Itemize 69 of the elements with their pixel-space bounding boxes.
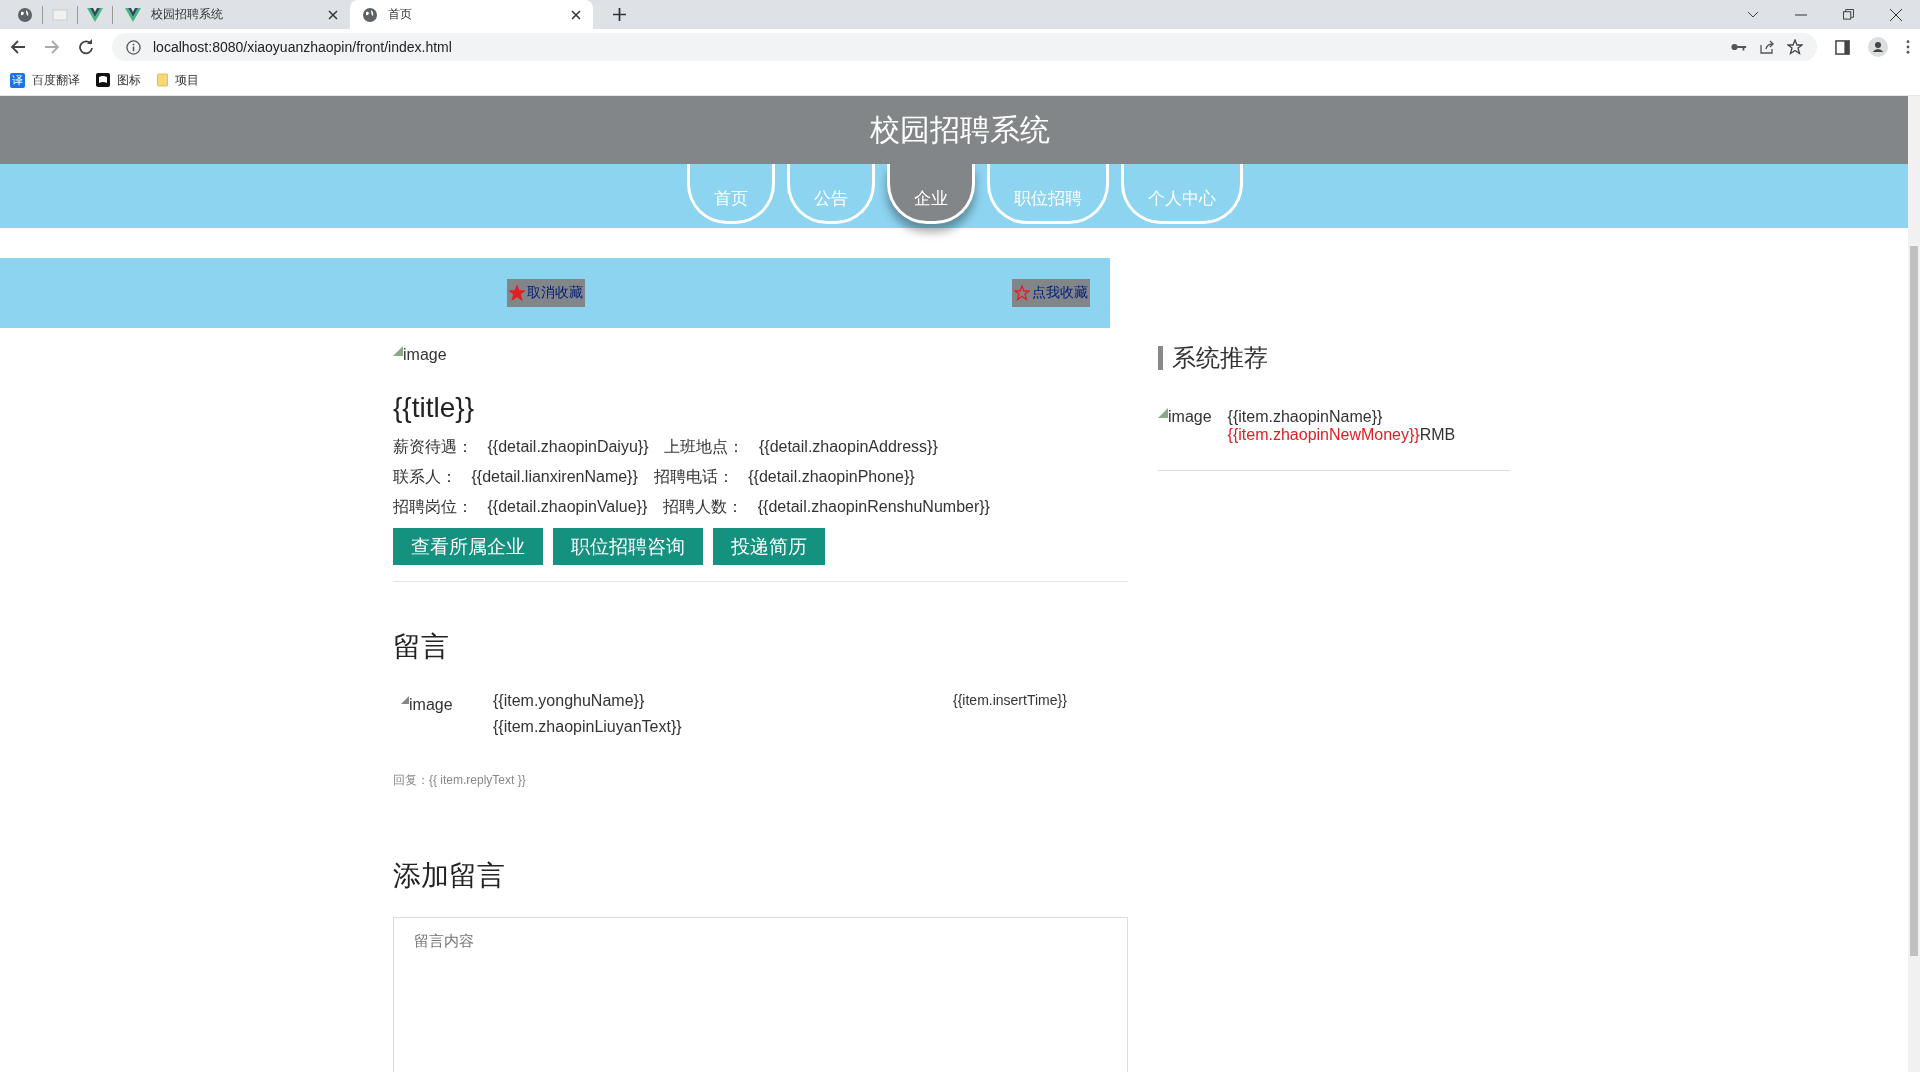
folder-icon — [157, 73, 168, 87]
field-value: {{detail.zhaopinAddress}} — [758, 438, 938, 455]
field-label: 招聘岗位： — [393, 498, 473, 515]
comment-reply: 回复：{{ item.replyText }} — [393, 772, 527, 789]
browser-tab[interactable]: 校园招聘系统 — [113, 0, 350, 29]
bookmark[interactable]: 图标 — [96, 71, 141, 89]
job-name: {{item.zhaopinName}} — [1227, 408, 1384, 426]
new-tab-icon[interactable] — [613, 8, 626, 21]
close-icon[interactable] — [328, 9, 338, 20]
field-label: 薪资待遇： — [393, 438, 473, 455]
bookmark[interactable]: 项目 — [157, 71, 199, 89]
share-icon[interactable] — [1759, 39, 1775, 55]
menu-icon[interactable] — [1906, 40, 1910, 54]
action-button[interactable]: 查看所属企业 — [393, 528, 543, 565]
comment-author: {{item.yonghuName}} — [493, 692, 646, 710]
job-title: {{title}} — [393, 392, 475, 424]
nav-tab[interactable]: 企业 — [887, 164, 975, 224]
comment-input[interactable]: 留言内容 — [393, 917, 1128, 1072]
side-panel-icon[interactable] — [1835, 39, 1850, 55]
url-text: localhost:8080/xiaoyuanzhaopin/front/index.html — [153, 39, 452, 55]
browser-tab[interactable]: 首页 — [350, 0, 593, 29]
action-button[interactable]: 职位招聘咨询 — [553, 528, 703, 565]
field-label: 招聘电话： — [653, 468, 734, 485]
field-value: {{detail.zhaopinRenshuNumber}} — [757, 498, 990, 515]
favorite-button[interactable]: 取消收藏 — [507, 279, 585, 307]
page-icon — [52, 6, 68, 23]
field-value: {{detail.lianxirenName}} — [471, 468, 638, 485]
field-label: 招聘人数： — [663, 498, 744, 515]
field-value: {{detail.zhaopinPhone}} — [748, 468, 915, 485]
info-icon — [126, 39, 141, 55]
section-heading: 添加留言 — [393, 859, 506, 893]
key-icon[interactable] — [1731, 42, 1747, 52]
field-label: 联系人： — [393, 468, 457, 485]
comment-time: {{item.insertTime}} — [953, 692, 1067, 710]
site-title: 校园招聘系统 — [870, 111, 1050, 148]
field-value: {{detail.zhaopinDaiyu}} — [487, 438, 649, 455]
tab-title: 校园招聘系统 — [151, 6, 224, 23]
profile-icon[interactable] — [1868, 37, 1888, 57]
address-bar[interactable]: localhost:8080/xiaoyuanzhaopin/front/index.html — [112, 33, 1817, 61]
flag-icon — [96, 73, 110, 87]
restore-icon[interactable] — [1843, 9, 1854, 20]
close-icon[interactable] — [1890, 8, 1902, 21]
broken-image: image — [393, 346, 447, 364]
broken-image: image — [1158, 408, 1212, 444]
comment-text: {{item.zhaopinLiuyanText}} — [493, 718, 683, 736]
back-arrow-icon[interactable] — [10, 39, 26, 55]
minimize-icon[interactable] — [1795, 13, 1807, 16]
translate-icon: 译 — [10, 72, 25, 88]
recommendation-item[interactable]: image {{item.zhaopinName}} {{item.zhaopinNewMoney}}RMB — [1158, 408, 1510, 471]
favorite-button[interactable]: 点我收藏 — [1012, 279, 1090, 307]
globe-icon — [362, 6, 378, 23]
star-icon[interactable] — [1787, 39, 1803, 55]
reload-icon[interactable] — [78, 39, 94, 55]
chevron-down-icon[interactable] — [1747, 10, 1759, 19]
globe-icon — [17, 6, 33, 23]
currency-unit: RMB — [1419, 426, 1456, 443]
sidebar-heading: 系统推荐 — [1158, 346, 1510, 370]
tab-title: 首页 — [388, 6, 413, 23]
action-button[interactable]: 投递简历 — [713, 528, 825, 565]
scrollbar[interactable] — [1908, 96, 1920, 1072]
v-logo-icon — [87, 7, 103, 22]
bookmark[interactable]: 译 百度翻译 — [10, 71, 80, 89]
field-value: {{detail.zhaopinValue}} — [487, 498, 648, 515]
v-logo-icon — [125, 7, 141, 22]
field-label: 上班地点： — [664, 438, 745, 455]
close-icon[interactable] — [571, 9, 581, 20]
section-heading: 留言 — [393, 630, 450, 664]
broken-image: image — [393, 696, 493, 736]
salary-value: {{item.zhaopinNewMoney}} — [1227, 426, 1420, 443]
